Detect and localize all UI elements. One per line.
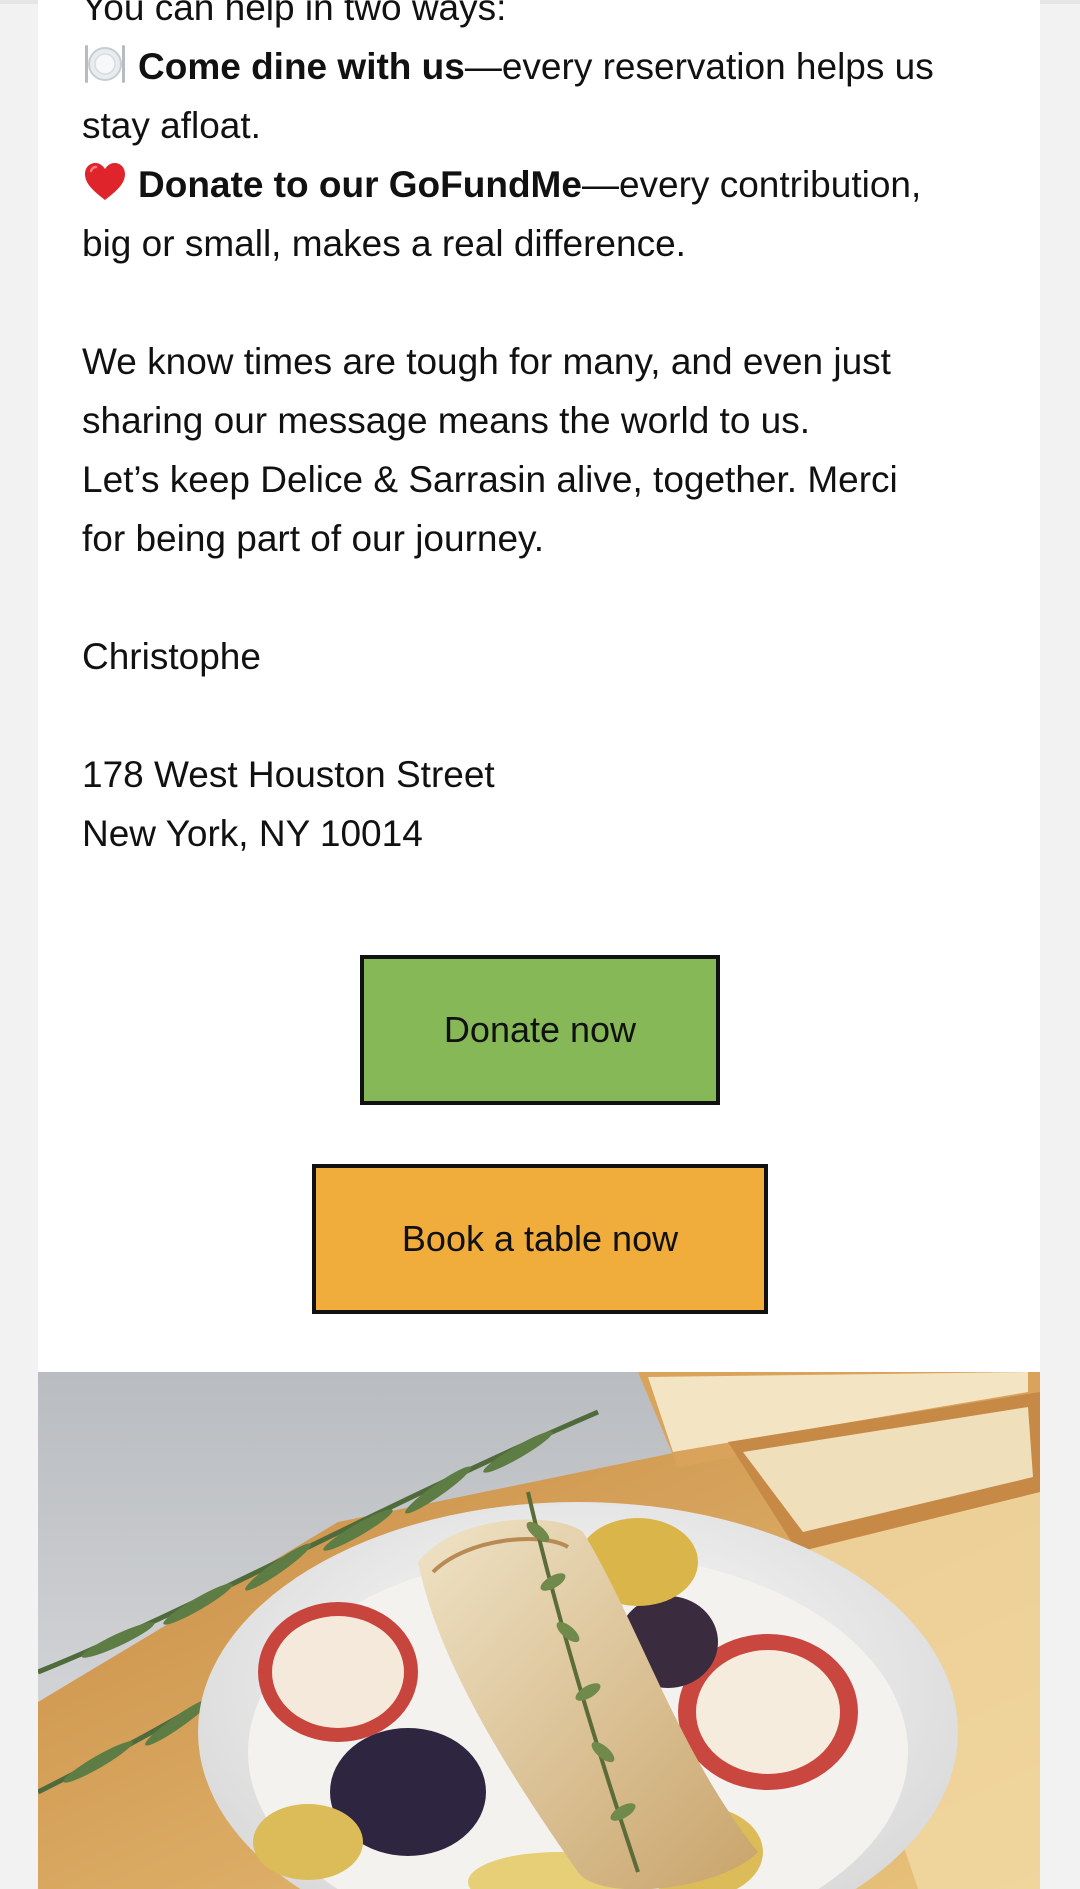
- way-donate-text: —every contribution,: [581, 164, 922, 205]
- intro-text: You can help in two ways:: [82, 0, 507, 28]
- signature: Christophe: [82, 636, 261, 677]
- message-content: You can help in two ways: Come dine with…: [82, 0, 1012, 863]
- food-photo: [38, 1372, 1040, 1889]
- way-dine: Come dine with us—every reservation help…: [82, 37, 1012, 96]
- email-body: You can help in two ways: Come dine with…: [38, 0, 1040, 1889]
- paragraph-line: for being part of our journey.: [82, 518, 545, 559]
- address-street: 178 West Houston Street: [82, 754, 495, 795]
- paragraph-line: We know times are tough for many, and ev…: [82, 341, 891, 382]
- donate-now-button[interactable]: Donate now: [360, 955, 720, 1105]
- way-donate-text-cont: big or small, makes a real difference.: [82, 223, 686, 264]
- way-donate: Donate to our GoFundMe—every contributio…: [82, 155, 1012, 214]
- address-city: New York, NY 10014: [82, 813, 423, 854]
- paragraph-line: Let’s keep Delice & Sarrasin alive, toge…: [82, 459, 898, 500]
- way-dine-text-cont: stay afloat.: [82, 105, 261, 146]
- plate-cutlery-icon: [85, 45, 125, 83]
- paragraph-line: sharing our message means the world to u…: [82, 400, 811, 441]
- book-table-button[interactable]: Book a table now: [312, 1164, 768, 1314]
- red-heart-icon: [85, 163, 125, 200]
- way-donate-title: Donate to our GoFundMe: [138, 164, 582, 205]
- way-dine-text: —every reservation helps us: [464, 46, 934, 87]
- way-dine-title: Come dine with us: [138, 46, 465, 87]
